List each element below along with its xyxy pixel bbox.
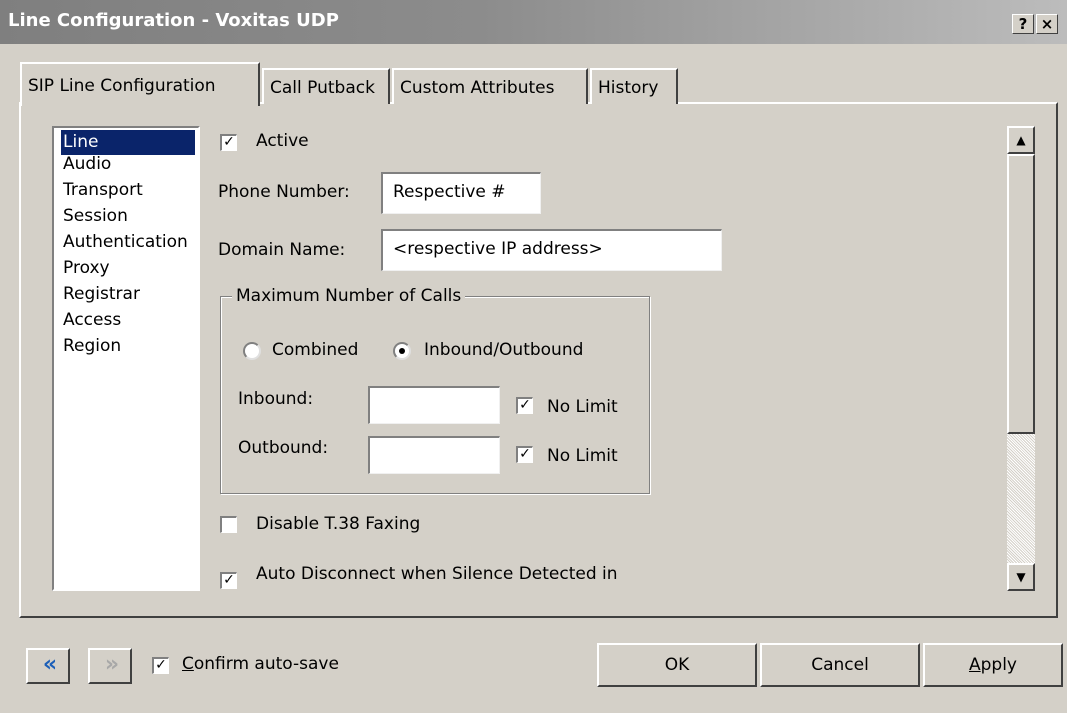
forward-button[interactable]: » xyxy=(88,648,132,684)
window-title: Line Configuration - Voxitas UDP xyxy=(8,10,339,31)
disable-t38-checkbox[interactable] xyxy=(220,516,237,533)
phone-number-input[interactable]: Respective # xyxy=(381,172,541,214)
check-icon: ✓ xyxy=(519,446,531,462)
help-button[interactable]: ? xyxy=(1012,14,1034,34)
sidebar-item-registrar[interactable]: Registrar xyxy=(59,282,144,307)
sidebar-item-proxy[interactable]: Proxy xyxy=(59,256,114,281)
auto-disconnect-checkbox[interactable]: ✓ xyxy=(220,572,237,589)
phone-number-label: Phone Number: xyxy=(218,182,350,202)
confirm-autosave-checkbox[interactable]: ✓ xyxy=(152,657,169,674)
sidebar-item-region[interactable]: Region xyxy=(59,334,125,359)
double-chevron-left-icon: « xyxy=(42,652,57,677)
combined-radio[interactable] xyxy=(243,342,261,360)
check-icon: ✓ xyxy=(223,572,235,588)
scroll-down-button[interactable]: ▼ xyxy=(1007,563,1035,591)
sidebar-item-authentication[interactable]: Authentication xyxy=(59,230,192,255)
domain-name-input[interactable]: <respective IP address> xyxy=(381,229,722,271)
check-icon: ✓ xyxy=(223,134,235,150)
combined-label: Combined xyxy=(272,340,359,360)
close-icon: × xyxy=(1040,15,1054,33)
cancel-button[interactable]: Cancel xyxy=(760,643,920,687)
sidebar-item-transport[interactable]: Transport xyxy=(59,178,147,203)
check-icon: ✓ xyxy=(519,397,531,413)
active-checkbox[interactable]: ✓ xyxy=(220,134,237,151)
inbound-no-limit-checkbox[interactable]: ✓ xyxy=(516,397,533,414)
tab-history[interactable]: History xyxy=(590,68,678,104)
outbound-no-limit-checkbox[interactable]: ✓ xyxy=(516,446,533,463)
auto-disconnect-row: ✓ Auto Disconnect when Silence Detected … xyxy=(215,560,1005,590)
disable-t38-label: Disable T.38 Faxing xyxy=(256,514,421,534)
check-icon: ✓ xyxy=(155,657,167,673)
tab-sip-line-configuration[interactable]: SIP Line Configuration xyxy=(20,62,260,106)
scroll-up-button[interactable]: ▲ xyxy=(1007,126,1035,154)
inbound-outbound-radio[interactable] xyxy=(393,342,411,360)
tab-custom-attributes[interactable]: Custom Attributes xyxy=(392,68,588,104)
domain-name-label: Domain Name: xyxy=(218,240,346,260)
back-button[interactable]: « xyxy=(26,648,70,684)
inbound-input[interactable] xyxy=(368,386,500,424)
arrow-up-icon: ▲ xyxy=(1016,133,1026,147)
ok-button[interactable]: OK xyxy=(597,643,757,687)
inbound-label: Inbound: xyxy=(238,389,314,409)
outbound-label: Outbound: xyxy=(238,438,329,458)
inbound-no-limit-label: No Limit xyxy=(547,397,618,417)
double-chevron-right-icon: » xyxy=(104,652,119,677)
max-calls-title: Maximum Number of Calls xyxy=(232,286,466,306)
close-button[interactable]: × xyxy=(1036,14,1058,34)
sidebar-item-audio[interactable]: Audio xyxy=(59,152,115,177)
category-list[interactable]: Line Audio Transport Session Authenticat… xyxy=(52,126,200,591)
arrow-down-icon: ▼ xyxy=(1016,570,1026,584)
sidebar-item-session[interactable]: Session xyxy=(59,204,132,229)
confirm-autosave-label[interactable]: Confirm auto-save xyxy=(182,654,339,674)
inbound-outbound-label: Inbound/Outbound xyxy=(424,340,584,360)
tab-call-putback[interactable]: Call Putback xyxy=(262,68,390,104)
auto-disconnect-label: Auto Disconnect when Silence Detected in xyxy=(256,564,618,584)
outbound-no-limit-label: No Limit xyxy=(547,446,618,466)
scrollbar-thumb[interactable] xyxy=(1007,154,1035,434)
sidebar-item-access[interactable]: Access xyxy=(59,308,125,333)
active-label: Active xyxy=(256,131,309,151)
apply-button[interactable]: Apply xyxy=(923,643,1063,687)
outbound-input[interactable] xyxy=(368,436,500,474)
